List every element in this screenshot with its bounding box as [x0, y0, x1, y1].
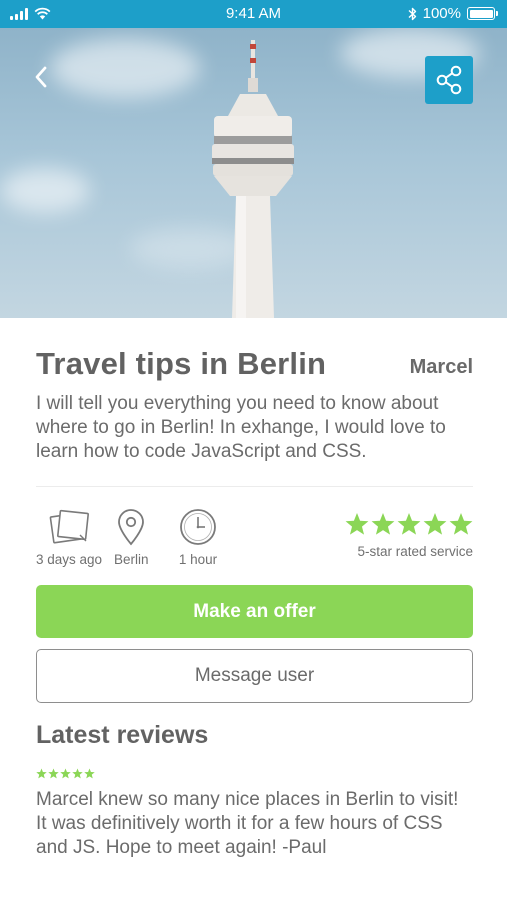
location-label: Berlin: [114, 552, 149, 567]
clock-icon: [180, 509, 216, 545]
divider: [36, 486, 473, 487]
posted-label: 3 days ago: [36, 552, 103, 567]
star-icon: [371, 512, 395, 535]
rating-stars: [345, 512, 473, 536]
battery-percent: 100%: [422, 5, 461, 22]
share-button[interactable]: [425, 56, 473, 104]
star-icon: [397, 512, 421, 535]
meta-duration: 1 hour: [178, 508, 218, 567]
star-icon: [345, 512, 369, 535]
service-rating: 5-star rated service: [345, 512, 473, 559]
star-icon: [423, 512, 447, 535]
star-icon: [72, 768, 83, 779]
status-right: 100%: [408, 5, 498, 22]
star-icon: [60, 768, 71, 779]
message-user-button[interactable]: Message user: [36, 649, 473, 703]
notes-icon: [49, 509, 90, 544]
listing-title: Travel tips in Berlin: [36, 346, 327, 381]
star-icon: [84, 768, 95, 779]
duration-label: 1 hour: [178, 552, 218, 567]
bluetooth-icon: [408, 7, 416, 20]
back-button[interactable]: [24, 60, 58, 94]
share-icon: [436, 65, 462, 95]
review-rating-stars: [36, 768, 95, 779]
meta-posted: 3 days ago: [36, 508, 102, 567]
review-text: Marcel knew so many nice places in Berli…: [36, 789, 459, 858]
star-icon: [449, 512, 473, 535]
hero-image: [0, 28, 507, 318]
location-pin-icon: [118, 509, 145, 546]
rating-label: 5-star rated service: [357, 544, 473, 559]
title-row: Travel tips in Berlin Marcel: [36, 346, 473, 386]
author-name[interactable]: Marcel: [410, 356, 473, 379]
status-bar: 9:41 AM 100%: [0, 0, 507, 28]
star-icon: [36, 768, 47, 779]
make-offer-button[interactable]: Make an offer: [36, 585, 473, 638]
star-icon: [48, 768, 59, 779]
listing-description: I will tell you everything you need to k…: [36, 393, 446, 462]
battery-icon: [467, 7, 498, 20]
chevron-left-icon: [35, 66, 47, 88]
meta-location: Berlin: [114, 508, 149, 567]
reviews-heading: Latest reviews: [36, 721, 209, 749]
listing-meta: 3 days ago Berlin 1 hour 5-star rated se…: [36, 508, 473, 568]
